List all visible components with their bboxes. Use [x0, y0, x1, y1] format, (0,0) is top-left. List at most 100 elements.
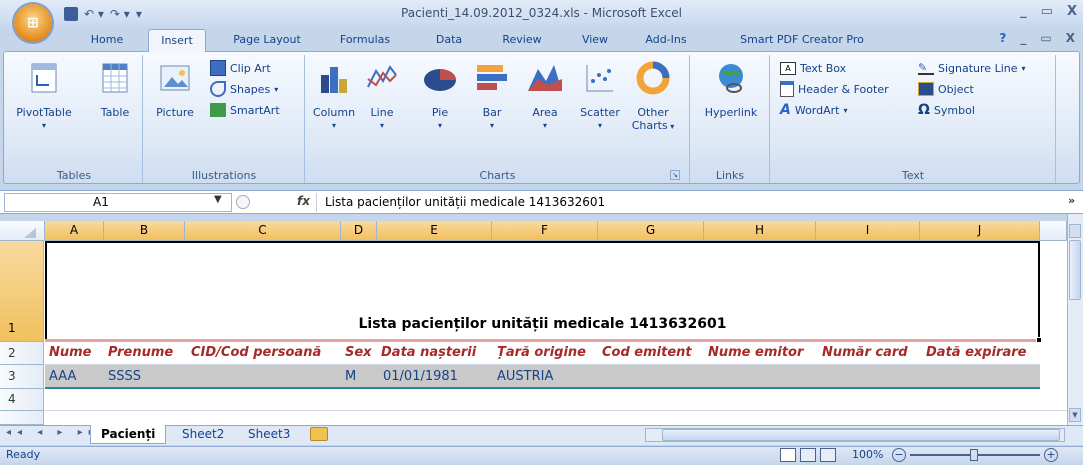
- cell-b3[interactable]: SSSS: [108, 367, 141, 387]
- tab-smart-pdf[interactable]: Smart PDF Creator Pro: [722, 29, 882, 52]
- smartart-button[interactable]: SmartArt: [210, 101, 280, 119]
- column-header-d[interactable]: D: [341, 221, 377, 241]
- cell-e3[interactable]: 01/01/1981: [383, 367, 458, 387]
- horizontal-scroll-thumb[interactable]: [662, 429, 1060, 441]
- select-all-button[interactable]: [0, 221, 45, 241]
- column-header-k[interactable]: [1040, 221, 1067, 241]
- symbol-button[interactable]: Ω Symbol: [918, 101, 975, 119]
- tab-formulas[interactable]: Formulas: [330, 29, 400, 52]
- zoom-slider-handle[interactable]: [970, 449, 978, 461]
- doc-close-button[interactable]: X: [1066, 31, 1075, 45]
- cell-d3[interactable]: M: [345, 367, 356, 387]
- group-label-text: Text: [901, 169, 925, 182]
- scroll-down-icon[interactable]: ▼: [1069, 408, 1081, 422]
- page-break-view-icon[interactable]: [820, 448, 836, 462]
- row-header-2[interactable]: 2: [0, 342, 44, 365]
- header-cell-data-expirare[interactable]: Dată expirare: [926, 343, 1026, 363]
- insert-sheet-icon[interactable]: [310, 427, 328, 441]
- wordart-icon: A: [780, 102, 791, 118]
- minimize-button[interactable]: _: [1020, 4, 1027, 19]
- doc-restore-button[interactable]: ▭: [1040, 31, 1051, 45]
- header-cell-cod-emitent[interactable]: Cod emitent: [602, 343, 692, 363]
- header-footer-button[interactable]: Header & Footer: [780, 80, 889, 98]
- column-chart-button[interactable]: Column ▾: [310, 61, 358, 132]
- signature-line-button[interactable]: ✎ Signature Line ▾: [918, 59, 1026, 77]
- empty-rows[interactable]: [45, 389, 1067, 425]
- formula-bar-expand-icon[interactable]: »: [1068, 194, 1075, 207]
- group-label-links: Links: [715, 169, 745, 182]
- status-mode: Ready: [6, 448, 41, 461]
- scroll-thumb[interactable]: [1069, 240, 1081, 300]
- zoom-in-icon[interactable]: +: [1044, 448, 1058, 462]
- column-header-e[interactable]: E: [377, 221, 492, 241]
- column-header-f[interactable]: F: [492, 221, 598, 241]
- header-cell-tara-origine[interactable]: Țară origine: [497, 343, 586, 363]
- header-cell-numar-card[interactable]: Număr card: [822, 343, 908, 363]
- row-header-4[interactable]: 4: [0, 389, 44, 411]
- normal-view-icon[interactable]: [780, 448, 796, 462]
- shapes-button[interactable]: Shapes ▾: [210, 80, 278, 98]
- row-header-3[interactable]: 3: [0, 365, 44, 389]
- office-button[interactable]: ⊞: [14, 4, 52, 42]
- page-layout-view-icon[interactable]: [800, 448, 816, 462]
- tab-insert[interactable]: Insert: [148, 29, 206, 52]
- wordart-button[interactable]: A WordArt ▾: [780, 101, 848, 119]
- sheet-tab-sheet3[interactable]: Sheet3: [238, 425, 300, 444]
- column-header-i[interactable]: I: [816, 221, 920, 241]
- tab-review[interactable]: Review: [492, 29, 552, 52]
- bar-chart-button[interactable]: Bar ▾: [472, 61, 512, 132]
- scroll-up-button[interactable]: [1069, 224, 1081, 238]
- tab-home[interactable]: Home: [82, 29, 132, 52]
- cell-f3[interactable]: AUSTRIA: [497, 367, 553, 387]
- object-button[interactable]: Object: [918, 80, 974, 98]
- header-cell-nume[interactable]: Nume: [49, 343, 92, 363]
- object-label: Object: [938, 82, 974, 96]
- tab-page-layout[interactable]: Page Layout: [222, 29, 312, 52]
- sheet-tab-sheet2[interactable]: Sheet2: [172, 425, 234, 444]
- expand-formula-icon[interactable]: [236, 195, 250, 209]
- name-box[interactable]: A1: [4, 193, 232, 212]
- header-cell-cid[interactable]: CID/Cod persoană: [191, 343, 321, 363]
- row-header-5[interactable]: [0, 411, 44, 425]
- picture-button[interactable]: Picture: [150, 61, 200, 119]
- close-button[interactable]: X: [1067, 4, 1077, 19]
- tab-data[interactable]: Data: [426, 29, 472, 52]
- line-chart-button[interactable]: Line ▾: [364, 61, 400, 132]
- pie-chart-button[interactable]: Pie ▾: [420, 61, 460, 132]
- tab-view[interactable]: View: [572, 29, 618, 52]
- column-header-c[interactable]: C: [185, 221, 341, 241]
- cell-a3[interactable]: AAA: [49, 367, 76, 387]
- clipart-button[interactable]: Clip Art: [210, 59, 271, 77]
- column-header-a[interactable]: A: [45, 221, 104, 241]
- header-cell-data-nasterii[interactable]: Data nașterii: [381, 343, 476, 363]
- zoom-level[interactable]: 100%: [852, 448, 883, 461]
- table-button[interactable]: Table: [92, 61, 138, 119]
- header-cell-sex[interactable]: Sex: [345, 343, 372, 363]
- name-box-dropdown-icon[interactable]: ▼: [214, 194, 222, 205]
- header-cell-prenume[interactable]: Prenume: [108, 343, 173, 363]
- doc-minimize-button[interactable]: _: [1020, 31, 1026, 45]
- charts-dialog-launcher-icon[interactable]: ↘: [670, 170, 680, 180]
- column-header-j[interactable]: J: [920, 221, 1040, 241]
- pivottable-button[interactable]: PivotTable ▾: [10, 61, 78, 132]
- formula-input[interactable]: Lista pacienților unității medicale 1413…: [316, 193, 1066, 212]
- other-charts-button[interactable]: Other Charts ▾: [628, 61, 678, 133]
- zoom-out-icon[interactable]: −: [892, 448, 906, 462]
- column-header-b[interactable]: B: [104, 221, 185, 241]
- scatter-chart-button[interactable]: Scatter ▾: [576, 61, 624, 132]
- help-icon[interactable]: ?: [999, 31, 1006, 45]
- insert-function-icon[interactable]: fx: [262, 193, 310, 212]
- header-cell-nume-emitor[interactable]: Nume emitor: [708, 343, 803, 363]
- tab-add-ins[interactable]: Add-Ins: [636, 29, 696, 52]
- row-header-1[interactable]: 1: [0, 241, 44, 342]
- column-header-h[interactable]: H: [704, 221, 816, 241]
- restore-button[interactable]: ▭: [1041, 4, 1053, 19]
- scatter-dropdown-icon: ▾: [597, 121, 602, 130]
- area-chart-button[interactable]: Area ▾: [524, 61, 566, 132]
- hyperlink-button[interactable]: Hyperlink: [696, 61, 766, 119]
- textbox-button[interactable]: A Text Box: [780, 59, 846, 77]
- column-header-g[interactable]: G: [598, 221, 704, 241]
- textbox-label: Text Box: [800, 61, 847, 75]
- sheet-nav-icons[interactable]: ◂◂ ◂ ▸ ▸▸: [6, 427, 100, 438]
- sheet-tab-pacienti[interactable]: Pacienți: [90, 425, 167, 444]
